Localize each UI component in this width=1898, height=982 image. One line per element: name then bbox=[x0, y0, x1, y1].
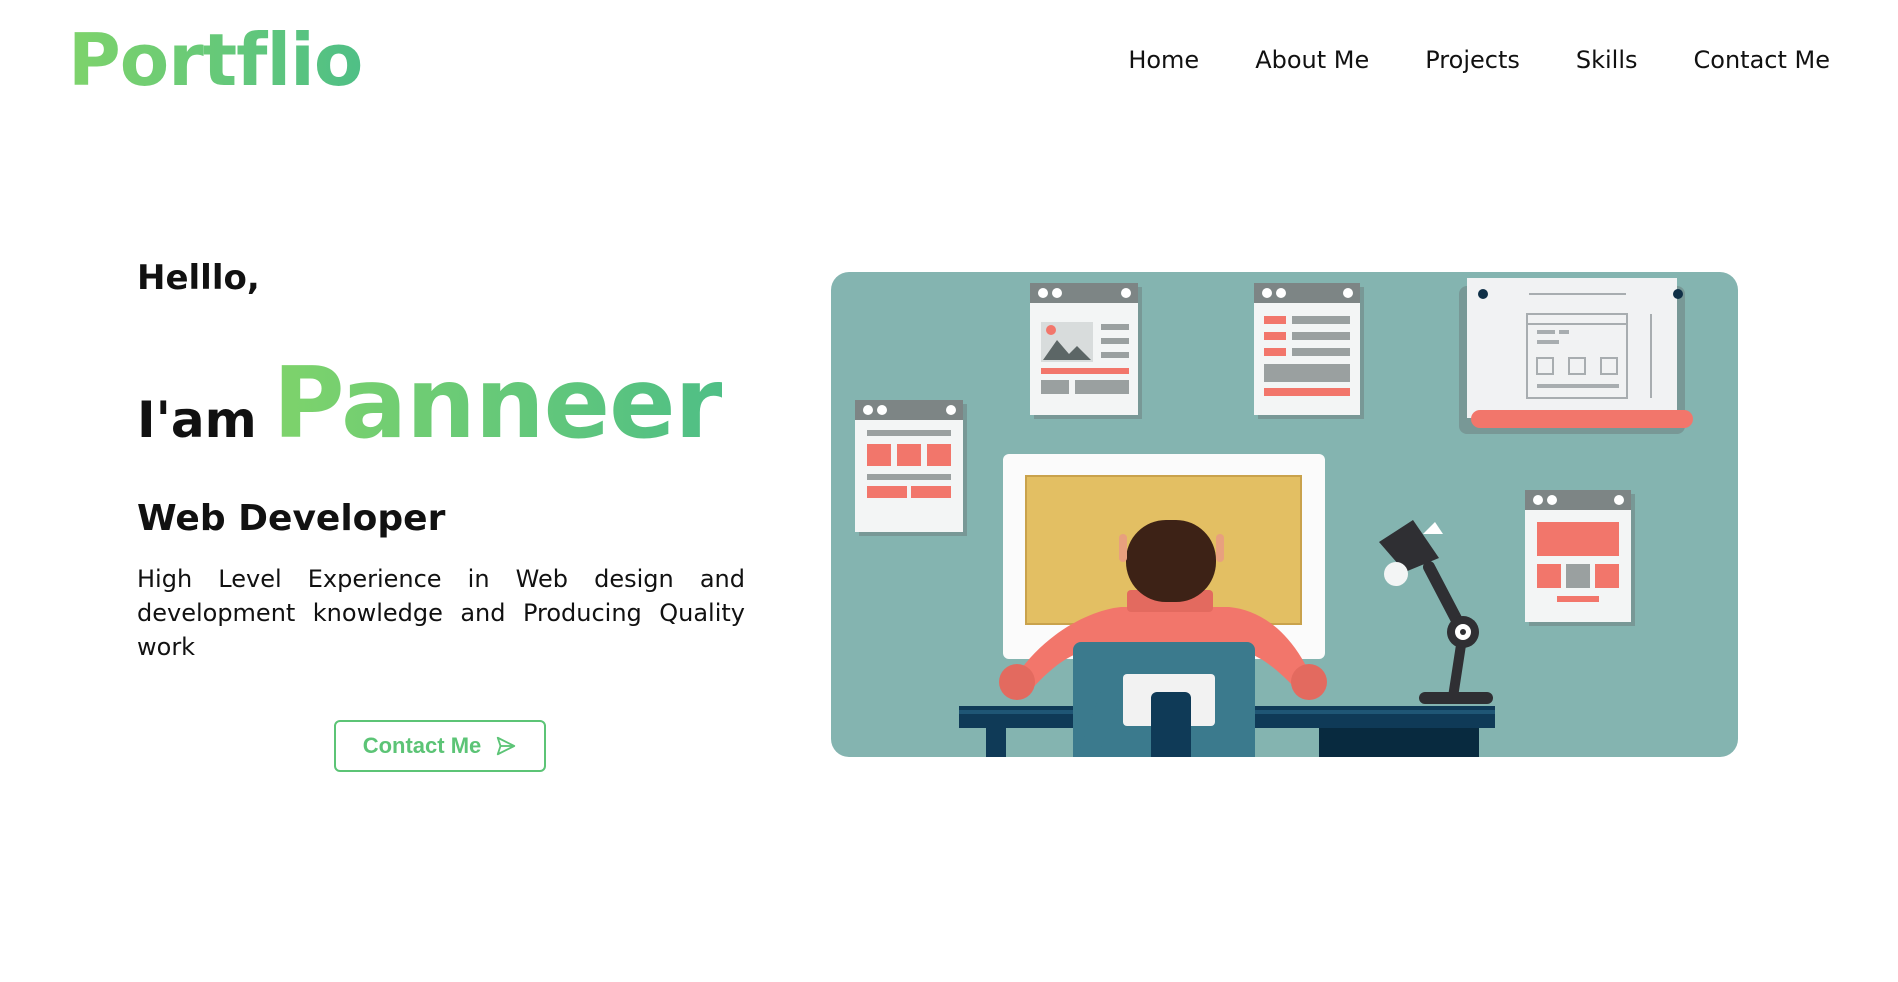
intro-line: I'am Panneer bbox=[137, 347, 723, 461]
nav-contact-me[interactable]: Contact Me bbox=[1694, 46, 1830, 74]
contact-me-button[interactable]: Contact Me bbox=[334, 720, 546, 772]
greeting: Helllo, bbox=[137, 258, 260, 298]
desk-lamp-icon bbox=[1379, 520, 1493, 704]
hero-name: Panneer bbox=[272, 347, 723, 461]
nav-projects[interactable]: Projects bbox=[1425, 46, 1520, 74]
layout-card-icon bbox=[1525, 490, 1635, 626]
contact-me-label: Contact Me bbox=[362, 733, 482, 758]
image-card-icon bbox=[1030, 283, 1142, 419]
nav-home[interactable]: Home bbox=[1128, 46, 1199, 74]
nav-about-me[interactable]: About Me bbox=[1255, 46, 1369, 74]
blueprint-paper-icon bbox=[1459, 278, 1693, 434]
wireframe-card-icon bbox=[855, 400, 967, 536]
hero-description: High Level Experience in Web design and … bbox=[137, 565, 745, 661]
main-nav: Home About Me Projects Skills Contact Me bbox=[1128, 46, 1830, 74]
send-icon bbox=[497, 736, 516, 756]
developer-desk-illustration bbox=[855, 278, 1693, 757]
hero-illustration bbox=[831, 272, 1738, 757]
intro-prefix: I'am bbox=[137, 391, 257, 449]
nav-skills[interactable]: Skills bbox=[1576, 46, 1638, 74]
role-title: Web Developer bbox=[137, 498, 446, 539]
site-logo[interactable]: Portflio bbox=[68, 18, 363, 102]
list-card-icon bbox=[1254, 283, 1364, 419]
